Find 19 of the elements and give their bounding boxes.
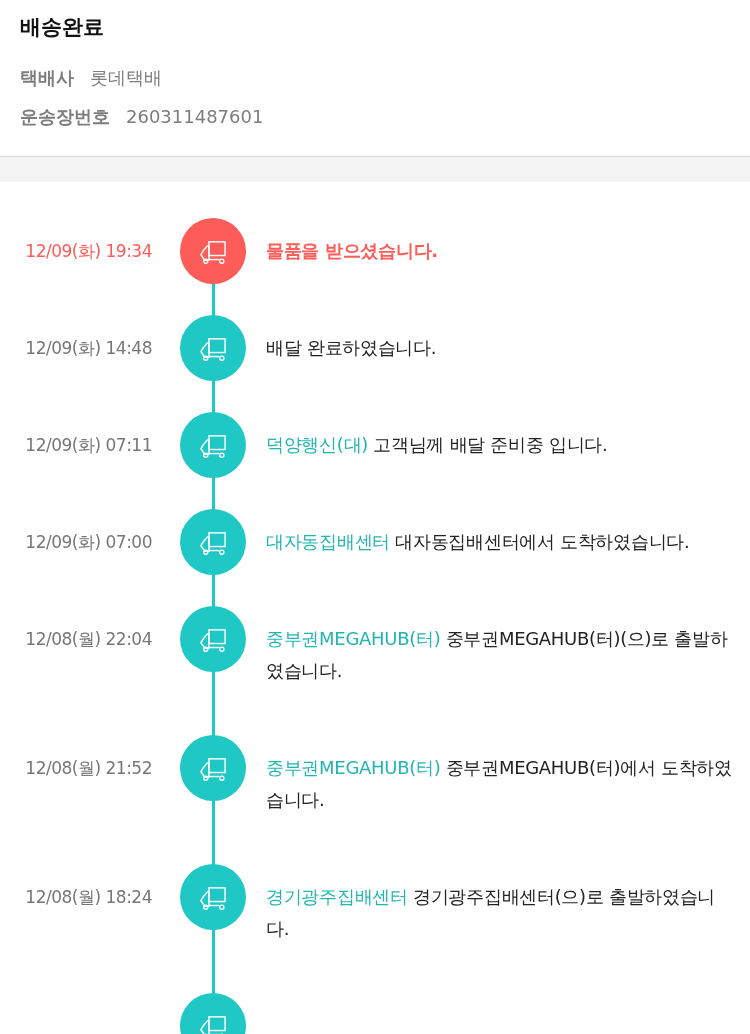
event-message: 배달 완료하였습니다. [266,336,438,360]
event-time: 12/09(화) 14:48 [24,337,153,360]
event-time: 12/09(화) 07:00 [24,531,153,554]
event-time: 12/08(월) 21:52 [24,757,153,780]
event-message: 대자동집배센터 대자동집배센터에서 도착하였습니다. [266,530,691,554]
field-label: 택배사 [20,66,74,90]
event-message: 덕양행신(대) 고객님께 배달 준비중 입니다. [266,433,609,457]
event-time: 12/09(화) 07:11 [24,434,153,457]
event-time: 12/08(월) 18:24 [24,886,153,909]
event-time: 12/08(월) 22:04 [24,628,153,651]
field-label: 운송장번호 [20,105,110,129]
event-message: 경기광주집배센터 경기광주집배센터(으)로 출발하였습니다. [266,885,717,941]
status-title: 배송완료 [20,14,105,41]
event-message: 중부권MEGAHUB(터) 중부권MEGAHUB(터)(으)로 출발하였습니다. [266,627,729,683]
event-time: 12/09(화) 19:34 [24,240,153,263]
field-value: 260311487601 [126,105,264,129]
event-message: 중부권MEGAHUB(터) 중부권MEGAHUB(터)에서 도착하였습니다. [266,756,733,812]
event-message: 물품을 받으셨습니다. [266,239,439,263]
field-value: 롯데택배 [90,66,162,90]
